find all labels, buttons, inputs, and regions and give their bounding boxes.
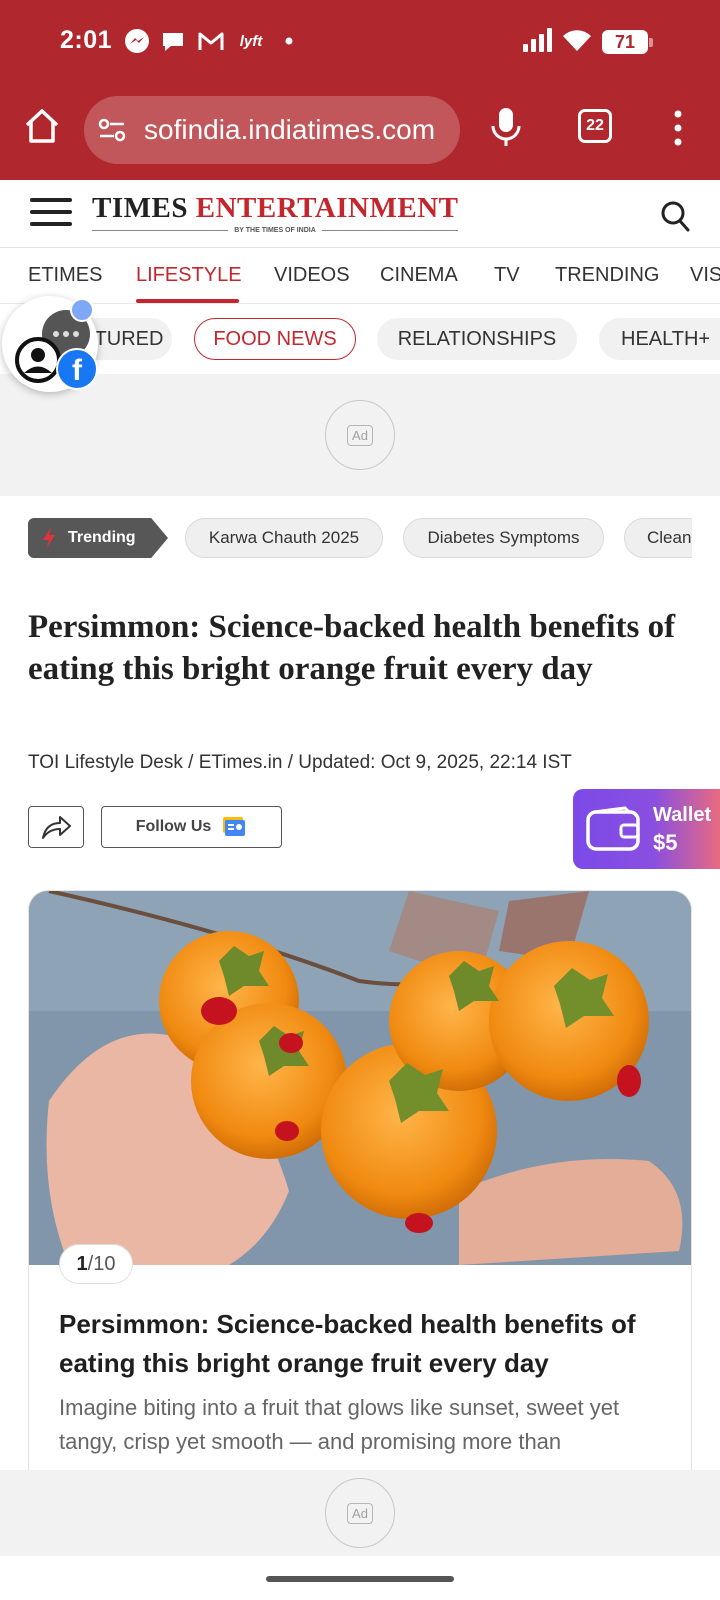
slide-current: 1	[76, 1252, 88, 1275]
nav-item-lifestyle[interactable]: LIFESTYLE	[136, 264, 242, 287]
site-settings-icon[interactable]	[96, 114, 128, 146]
floating-social-widget[interactable]: f	[0, 292, 100, 394]
ad-slot-top[interactable]: Ad	[0, 374, 720, 496]
trending-label: Trending	[68, 529, 136, 546]
google-news-icon	[221, 816, 247, 838]
wallet-amount: $5	[653, 830, 678, 855]
wifi-icon	[562, 28, 592, 57]
persimmon-photo[interactable]	[29, 891, 691, 1265]
hamburger-menu-icon[interactable]	[30, 198, 72, 228]
gesture-nav-area	[0, 1556, 720, 1600]
tab-switcher-button[interactable]: 22	[578, 109, 612, 143]
share-button[interactable]	[28, 806, 84, 848]
follow-us-button[interactable]: Follow Us	[101, 806, 282, 848]
slide-counter: 1/10	[59, 1244, 133, 1284]
ad-badge: Ad	[325, 400, 395, 470]
subnav-item-relationships[interactable]: RELATIONSHIPS	[377, 318, 577, 360]
slide-description: Imagine biting into a fruit that glows l…	[59, 1395, 620, 1454]
subsection-nav: TURED FOOD NEWS RELATIONSHIPS HEALTH+	[0, 304, 720, 374]
status-time: 2:01	[60, 26, 113, 54]
nav-item-videos[interactable]: VIDEOS	[274, 264, 350, 287]
wallet-widget[interactable]: Wallet $5	[573, 789, 720, 869]
more-dot-icon	[284, 28, 294, 54]
wallet-label: Wallet	[653, 804, 712, 826]
nav-item-vis[interactable]: VIS	[690, 264, 720, 287]
bottom-ad-badge: Ad	[325, 1478, 395, 1548]
lyft-icon: lyft	[239, 32, 263, 50]
subnav-item-health[interactable]: HEALTH+	[599, 318, 720, 360]
lightning-icon	[43, 527, 55, 549]
mic-icon[interactable]	[488, 106, 524, 148]
browser-menu-icon[interactable]	[668, 106, 688, 150]
gmail-icon	[198, 28, 224, 54]
search-icon[interactable]	[660, 200, 690, 232]
notification-dot	[70, 298, 94, 322]
wallet-icon	[586, 806, 640, 851]
trending-chip-diabetes[interactable]: Diabetes Symptoms	[403, 518, 604, 558]
trending-chip-karwa-chauth[interactable]: Karwa Chauth 2025	[185, 518, 383, 558]
status-right: 71	[522, 27, 653, 57]
nav-item-trending[interactable]: TRENDING	[555, 264, 659, 287]
nav-item-etimes[interactable]: ETIMES	[28, 264, 102, 287]
subnav-item-food-news[interactable]: FOOD NEWS	[194, 318, 356, 360]
home-gesture-bar[interactable]	[266, 1576, 454, 1582]
persimmon-image	[29, 891, 691, 1265]
account-icon[interactable]	[14, 336, 62, 384]
messenger-icon	[124, 28, 150, 54]
follow-label: Follow Us	[135, 818, 212, 835]
share-icon	[42, 816, 71, 839]
ad-slot-bottom[interactable]: Ad	[0, 1470, 720, 1556]
logo-accent: ENTERTAINMENT	[195, 192, 459, 224]
trending-tag: Trending	[28, 518, 168, 558]
facebook-icon[interactable]: f	[56, 348, 98, 390]
signal-icon	[522, 27, 552, 57]
section-nav: ETIMES LIFESTYLE VIDEOS CINEMA TV TRENDI…	[0, 248, 720, 304]
battery-icon: 71	[602, 30, 653, 54]
ad-label: Ad	[347, 424, 373, 446]
browser-toolbar: sofindia.indiatimes.com 22	[0, 92, 720, 168]
site-header: TIMES ENTERTAINMENT BY THE TIMES OF INDI…	[0, 180, 720, 248]
slide-total: /10	[87, 1252, 116, 1275]
slide-title: Persimmon: Science-backed health benefit…	[59, 1309, 636, 1378]
article-headline: Persimmon: Science-backed health benefit…	[28, 609, 676, 687]
address-bar[interactable]: sofindia.indiatimes.com	[84, 96, 460, 164]
nav-active-indicator	[136, 299, 239, 303]
slideshow-card[interactable]: 1/10 Persimmon: Science-backed health be…	[28, 890, 692, 1510]
article-byline: TOI Lifestyle Desk / ETimes.in / Updated…	[28, 752, 572, 773]
nav-item-tv[interactable]: TV	[494, 264, 520, 287]
url-text: sofindia.indiatimes.com	[144, 114, 436, 145]
logo-main: TIMES	[92, 192, 188, 224]
chat-icon	[160, 28, 186, 54]
browser-chrome: 2:01 lyft 71 sofindia.indiatimes.com 22	[0, 0, 720, 180]
bottom-ad-label: Ad	[347, 1502, 373, 1524]
status-bar: 2:01 lyft 71	[0, 0, 720, 84]
home-icon[interactable]	[22, 106, 62, 146]
nav-item-cinema[interactable]: CINEMA	[380, 264, 458, 287]
logo-tagline: BY THE TIMES OF INDIA	[234, 227, 316, 234]
trending-bar: Trending Karwa Chauth 2025 Diabetes Symp…	[0, 516, 720, 560]
site-logo[interactable]: TIMES ENTERTAINMENT BY THE TIMES OF INDI…	[92, 192, 459, 236]
